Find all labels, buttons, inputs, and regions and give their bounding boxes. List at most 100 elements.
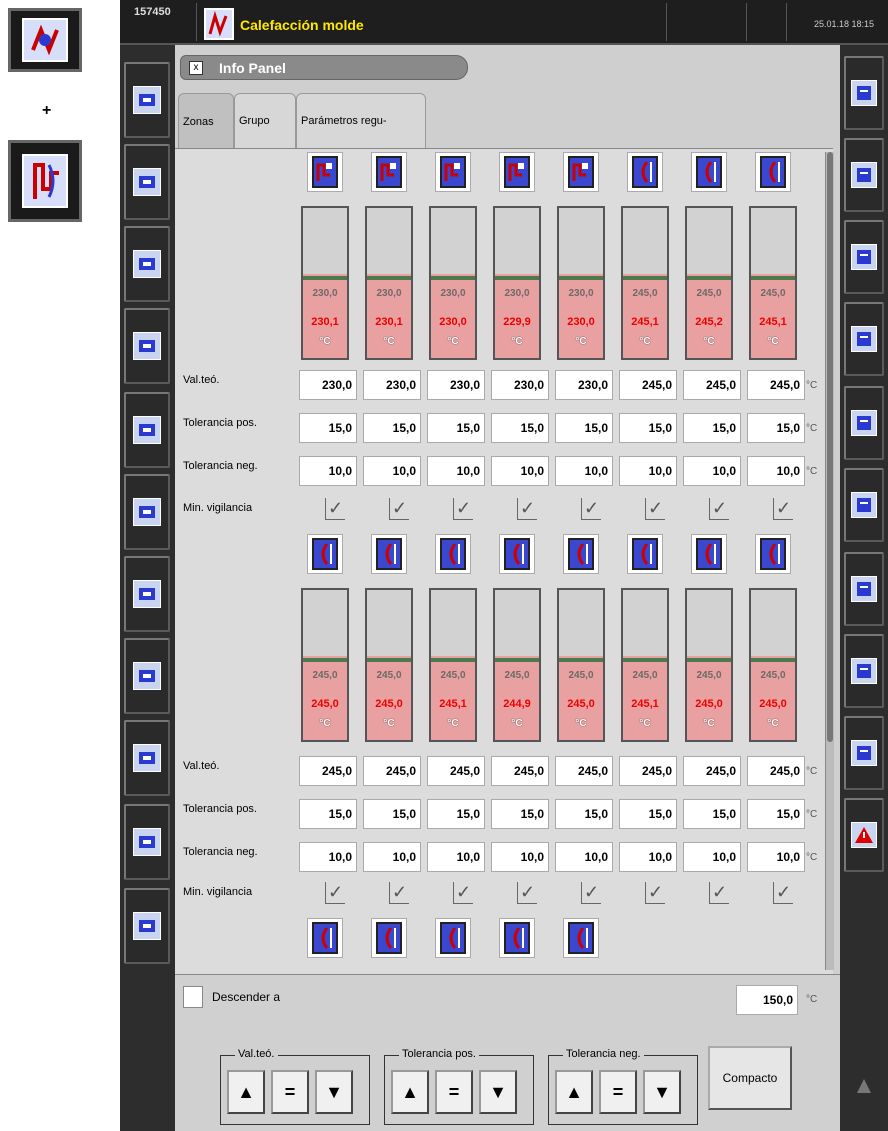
- tol-neg-input[interactable]: 10,0: [619, 842, 677, 872]
- setpoint-input[interactable]: 230,0: [363, 370, 421, 400]
- min-monitoring-checkbox[interactable]: ✓: [773, 882, 793, 904]
- zone-button-7[interactable]: [691, 152, 727, 192]
- setpoint-input[interactable]: 245,0: [683, 756, 741, 786]
- zone-button-21[interactable]: [563, 918, 599, 958]
- tab-parametros[interactable]: Parámetros regu-: [296, 93, 426, 149]
- tol-neg-down-button[interactable]: ▼: [643, 1070, 681, 1114]
- setpoint-input[interactable]: 245,0: [491, 756, 549, 786]
- zone-button-20[interactable]: [499, 918, 535, 958]
- tol-pos-input[interactable]: 15,0: [363, 413, 421, 443]
- tol-neg-input[interactable]: 10,0: [619, 456, 677, 486]
- tol-pos-down-button[interactable]: ▼: [479, 1070, 517, 1114]
- tol-neg-input[interactable]: 10,0: [299, 842, 357, 872]
- zone-button-18[interactable]: [371, 918, 407, 958]
- scrollbar-thumb[interactable]: [827, 152, 833, 742]
- tol-neg-input[interactable]: 10,0: [427, 456, 485, 486]
- left-nav-button-4[interactable]: [124, 308, 170, 384]
- tol-pos-input[interactable]: 15,0: [747, 799, 805, 829]
- left-nav-button-6[interactable]: [124, 474, 170, 550]
- tol-neg-input[interactable]: 10,0: [747, 456, 805, 486]
- tol-neg-input[interactable]: 10,0: [747, 842, 805, 872]
- zone-button-17[interactable]: [307, 918, 343, 958]
- hot-runner-legend-button[interactable]: [8, 140, 82, 222]
- close-icon[interactable]: x: [189, 61, 203, 75]
- setpoint-input[interactable]: 245,0: [747, 370, 805, 400]
- tol-pos-input[interactable]: 15,0: [555, 799, 613, 829]
- setpoint-down-button[interactable]: ▼: [315, 1070, 353, 1114]
- zone-button-19[interactable]: [435, 918, 471, 958]
- zone-button-6[interactable]: [627, 152, 663, 192]
- zone-button-9[interactable]: [307, 534, 343, 574]
- min-monitoring-checkbox[interactable]: ✓: [389, 498, 409, 520]
- min-monitoring-checkbox[interactable]: ✓: [581, 498, 601, 520]
- min-monitoring-checkbox[interactable]: ✓: [517, 882, 537, 904]
- zone-button-4[interactable]: [499, 152, 535, 192]
- right-nav-button-9[interactable]: [844, 716, 884, 790]
- lower-to-input[interactable]: 150,0: [736, 985, 798, 1015]
- left-nav-button-7[interactable]: [124, 556, 170, 632]
- zone-button-15[interactable]: [691, 534, 727, 574]
- tol-pos-input[interactable]: 15,0: [299, 799, 357, 829]
- setpoint-input[interactable]: 230,0: [491, 370, 549, 400]
- min-monitoring-checkbox[interactable]: ✓: [773, 498, 793, 520]
- tol-pos-input[interactable]: 15,0: [555, 413, 613, 443]
- setpoint-input[interactable]: 245,0: [619, 756, 677, 786]
- right-nav-button-8[interactable]: [844, 634, 884, 708]
- right-nav-button-1[interactable]: [844, 56, 884, 130]
- scrollbar[interactable]: [825, 152, 834, 970]
- min-monitoring-checkbox[interactable]: ✓: [325, 498, 345, 520]
- scroll-up-icon[interactable]: ▲: [842, 1046, 886, 1126]
- min-monitoring-checkbox[interactable]: ✓: [517, 498, 537, 520]
- zone-button-2[interactable]: [371, 152, 407, 192]
- setpoint-input[interactable]: 230,0: [555, 370, 613, 400]
- tol-neg-input[interactable]: 10,0: [555, 842, 613, 872]
- zone-button-13[interactable]: [563, 534, 599, 574]
- tol-neg-input[interactable]: 10,0: [299, 456, 357, 486]
- tol-neg-reset-button[interactable]: =: [599, 1070, 637, 1114]
- setpoint-input[interactable]: 245,0: [683, 370, 741, 400]
- zone-button-11[interactable]: [435, 534, 471, 574]
- setpoint-input[interactable]: 245,0: [747, 756, 805, 786]
- tab-grupo[interactable]: Grupo: [234, 93, 296, 149]
- right-nav-button-10[interactable]: [844, 798, 884, 872]
- setpoint-input[interactable]: 245,0: [619, 370, 677, 400]
- left-nav-button-11[interactable]: [124, 888, 170, 964]
- tol-neg-input[interactable]: 10,0: [363, 456, 421, 486]
- tol-neg-input[interactable]: 10,0: [491, 842, 549, 872]
- left-nav-button-2[interactable]: [124, 144, 170, 220]
- right-nav-button-5[interactable]: [844, 386, 884, 460]
- tol-pos-input[interactable]: 15,0: [427, 413, 485, 443]
- mold-heating-legend-button[interactable]: [8, 8, 82, 72]
- tol-pos-input[interactable]: 15,0: [491, 799, 549, 829]
- tol-neg-input[interactable]: 10,0: [363, 842, 421, 872]
- min-monitoring-checkbox[interactable]: ✓: [453, 882, 473, 904]
- right-nav-button-4[interactable]: [844, 302, 884, 376]
- zone-button-10[interactable]: [371, 534, 407, 574]
- setpoint-reset-button[interactable]: =: [271, 1070, 309, 1114]
- tol-pos-input[interactable]: 15,0: [619, 799, 677, 829]
- zone-button-1[interactable]: [307, 152, 343, 192]
- left-nav-button-3[interactable]: [124, 226, 170, 302]
- min-monitoring-checkbox[interactable]: ✓: [645, 882, 665, 904]
- setpoint-input[interactable]: 245,0: [363, 756, 421, 786]
- right-nav-button-3[interactable]: [844, 220, 884, 294]
- zone-button-14[interactable]: [627, 534, 663, 574]
- min-monitoring-checkbox[interactable]: ✓: [709, 498, 729, 520]
- tab-zonas[interactable]: Zonas: [178, 93, 234, 149]
- setpoint-up-button[interactable]: ▲: [227, 1070, 265, 1114]
- tol-neg-input[interactable]: 10,0: [491, 456, 549, 486]
- setpoint-input[interactable]: 245,0: [299, 756, 357, 786]
- right-nav-button-2[interactable]: [844, 138, 884, 212]
- tol-pos-input[interactable]: 15,0: [619, 413, 677, 443]
- zone-button-3[interactable]: [435, 152, 471, 192]
- min-monitoring-checkbox[interactable]: ✓: [325, 882, 345, 904]
- setpoint-input[interactable]: 245,0: [427, 756, 485, 786]
- min-monitoring-checkbox[interactable]: ✓: [645, 498, 665, 520]
- tol-pos-input[interactable]: 15,0: [299, 413, 357, 443]
- info-panel-header[interactable]: x Info Panel: [180, 55, 468, 80]
- zone-button-12[interactable]: [499, 534, 535, 574]
- zone-button-5[interactable]: [563, 152, 599, 192]
- left-nav-button-8[interactable]: [124, 638, 170, 714]
- zone-button-8[interactable]: [755, 152, 791, 192]
- left-nav-button-5[interactable]: [124, 392, 170, 468]
